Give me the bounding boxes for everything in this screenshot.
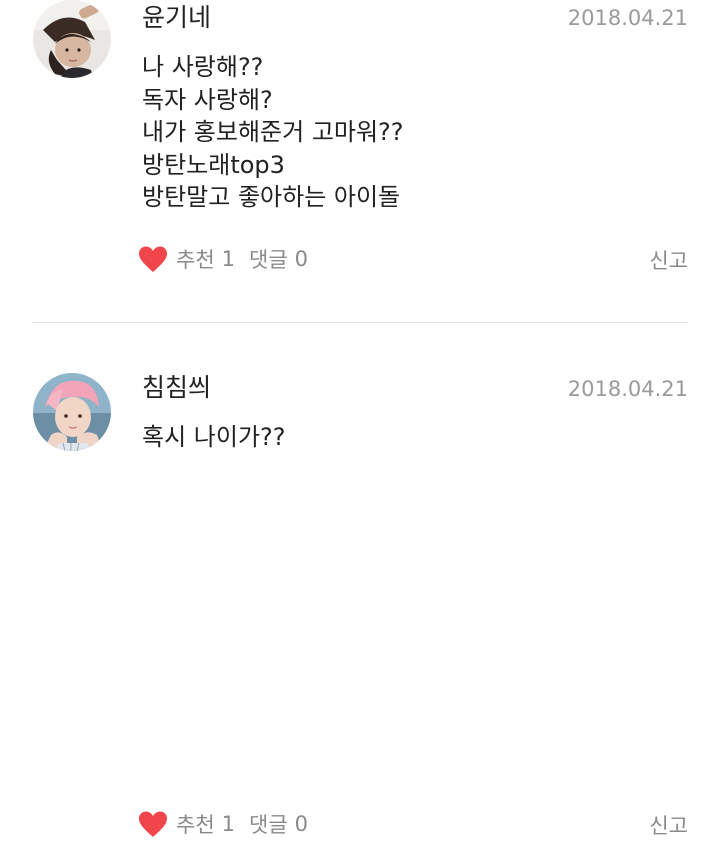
comment-line: 방탄말고 좋아하는 아이돌 bbox=[142, 183, 401, 211]
avatar-image bbox=[33, 373, 111, 451]
avatar-image bbox=[33, 0, 111, 78]
comment-body: 나 사랑해?? 독자 사랑해? 내가 홍보해준거 고마워?? 방탄노래top3 … bbox=[142, 51, 404, 214]
reply-button[interactable]: 댓글 0 bbox=[249, 809, 308, 839]
comment-line: 방탄노래top3 bbox=[142, 150, 285, 179]
comment-item: 침침씌 2018.04.21 혹시 나이가?? 추천 1 댓글 0 신고 bbox=[0, 325, 720, 838]
like-count: 1 bbox=[221, 247, 236, 271]
reply-label: 댓글 bbox=[249, 248, 288, 272]
heart-icon bbox=[139, 246, 167, 272]
comment-actions: 추천 1 댓글 0 bbox=[138, 807, 308, 841]
like-button[interactable]: 추천 1 bbox=[138, 244, 235, 274]
avatar[interactable] bbox=[33, 0, 111, 78]
report-button[interactable]: 신고 bbox=[649, 245, 688, 275]
author-name[interactable]: 침침씌 bbox=[142, 372, 211, 404]
comment-divider bbox=[32, 322, 688, 323]
comment-body: 혹시 나이가?? bbox=[142, 421, 286, 454]
reply-button[interactable]: 댓글 0 bbox=[249, 244, 308, 274]
comment-line: 혹시 나이가?? bbox=[142, 423, 286, 451]
like-label: 추천 bbox=[176, 813, 215, 837]
author-name[interactable]: 윤기네 bbox=[142, 2, 211, 34]
comment-date: 2018.04.21 bbox=[567, 6, 688, 30]
like-button[interactable]: 추천 1 bbox=[138, 809, 235, 839]
comment-line: 내가 홍보해준거 고마워?? bbox=[142, 118, 404, 146]
comment-line: 독자 사랑해? bbox=[142, 85, 273, 114]
like-label: 추천 bbox=[176, 248, 215, 272]
comment-date: 2018.04.21 bbox=[567, 377, 688, 401]
heart-icon bbox=[139, 811, 167, 837]
report-button[interactable]: 신고 bbox=[649, 810, 688, 840]
comment-actions: 추천 1 댓글 0 bbox=[138, 242, 308, 276]
reply-count: 0 bbox=[294, 247, 309, 271]
like-count: 1 bbox=[221, 812, 236, 836]
comment-item: 윤기네 2018.04.21 나 사랑해?? 독자 사랑해? 내가 홍보해준거 … bbox=[0, 0, 720, 320]
comment-line: 나 사랑해?? bbox=[142, 53, 264, 81]
reply-count: 0 bbox=[294, 812, 309, 836]
reply-label: 댓글 bbox=[249, 813, 288, 837]
avatar[interactable] bbox=[33, 373, 111, 451]
